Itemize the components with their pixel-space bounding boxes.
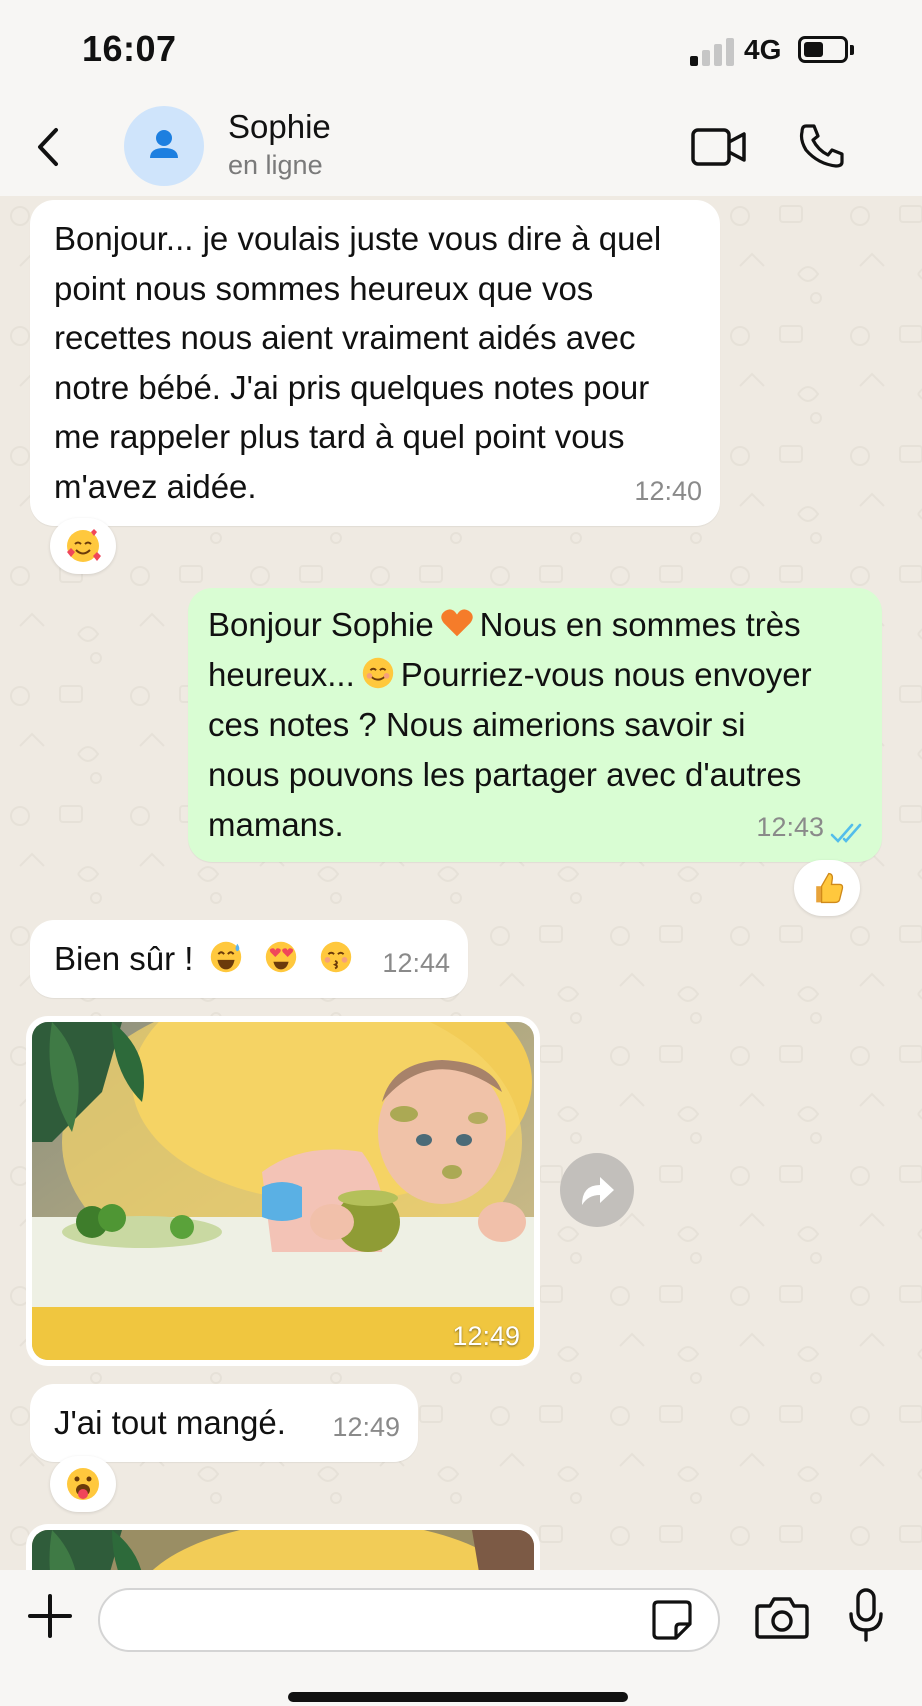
- camera-icon: [755, 1597, 809, 1639]
- smiling-face-with-hearts-emoji: [67, 529, 101, 562]
- message-time: 12:49: [452, 1321, 520, 1351]
- home-indicator[interactable]: [288, 1692, 628, 1702]
- message-text-line: heureux... Pourriez-vous nous envoyer: [208, 650, 862, 700]
- composer-bar: [0, 1570, 922, 1706]
- voice-call-button[interactable]: [796, 120, 848, 172]
- image-frame: 12:49: [32, 1022, 534, 1360]
- baby-eating-photo-partial: [32, 1530, 534, 1570]
- message-time: 12:43: [756, 812, 824, 842]
- message-reaction[interactable]: [794, 860, 860, 916]
- status-time: 16:07: [82, 28, 177, 69]
- battery-tip: [850, 45, 854, 55]
- message-input[interactable]: [98, 1588, 720, 1652]
- message-time: 12:44: [382, 947, 450, 978]
- signal-icon: [690, 36, 734, 66]
- back-button[interactable]: [30, 122, 70, 172]
- video-camera-icon: [691, 128, 746, 166]
- battery-icon: [798, 36, 848, 63]
- chat-area[interactable]: Bonjour... je voulais juste vous dire à …: [0, 196, 922, 1570]
- contact-name[interactable]: Sophie: [228, 108, 331, 146]
- chat-header: Sophie en ligne: [0, 100, 922, 196]
- message-text: J'ai tout mangé.: [54, 1404, 286, 1441]
- message-text-line: m'avez aidée.: [54, 467, 257, 505]
- heart-eyes-emoji: [265, 941, 296, 973]
- avatar[interactable]: [124, 106, 204, 186]
- plus-icon: [28, 1594, 72, 1638]
- image-message[interactable]: [26, 1524, 540, 1570]
- status-bar: 16:07 4G: [0, 0, 922, 100]
- tongue-out-emoji: [67, 1468, 99, 1500]
- message-text-line: recettes nous aient vraiment aidés avec: [54, 319, 636, 356]
- image-message[interactable]: 12:49: [26, 1016, 540, 1366]
- image-frame: [32, 1530, 534, 1570]
- forward-arrow-icon: [582, 1177, 614, 1205]
- baby-eating-photo: [32, 1022, 534, 1360]
- message-text: Nous en sommes très: [479, 606, 801, 643]
- orange-heart-emoji: [440, 609, 473, 637]
- message-text-line: Bonjour... je voulais juste vous dire à …: [54, 220, 662, 257]
- phone-icon: [799, 124, 844, 168]
- message-text: heureux...: [208, 656, 355, 693]
- message-reaction[interactable]: [50, 1456, 116, 1512]
- smiling-face-emoji: [362, 657, 393, 689]
- message-text: Pourriez-vous nous envoyer: [400, 656, 812, 693]
- message-bubble-incoming[interactable]: J'ai tout mangé. 12:49: [30, 1384, 418, 1462]
- video-call-button[interactable]: [690, 122, 748, 172]
- thumbs-up-emoji: [816, 872, 844, 904]
- sticker-button[interactable]: [650, 1598, 694, 1642]
- person-icon: [150, 130, 178, 158]
- message-text-line: point nous sommes heureux que vos: [54, 269, 594, 307]
- message-text: Bonjour Sophie: [208, 606, 434, 643]
- network-label: 4G: [744, 34, 782, 65]
- message-text-line: ces notes ? Nous aimerions savoir si: [208, 706, 746, 743]
- message-bubble-incoming[interactable]: Bien sûr ! 12:44: [30, 920, 468, 998]
- message-text-line: me rappeler plus tard à quel point vous: [54, 418, 625, 455]
- contact-status: en ligne: [228, 150, 323, 180]
- double-check-icon: [830, 823, 862, 843]
- message-text-line: Bonjour Sophie Nous en sommes très: [208, 600, 862, 650]
- message-bubble-incoming[interactable]: Bonjour... je voulais juste vous dire à …: [30, 200, 720, 526]
- microphone-icon: [849, 1588, 883, 1642]
- forward-button[interactable]: [560, 1153, 634, 1227]
- message-time: 12:40: [634, 475, 702, 506]
- microphone-button[interactable]: [846, 1586, 886, 1646]
- message-text-line: notre bébé. J'ai pris quelques notes pou…: [54, 368, 650, 406]
- sticker-icon: [652, 1600, 692, 1640]
- message-time: 12:49: [332, 1411, 400, 1442]
- message-text: Bien sûr !: [54, 940, 194, 977]
- message-reaction[interactable]: [50, 518, 116, 574]
- camera-button[interactable]: [754, 1592, 810, 1644]
- chevron-left-icon: [38, 128, 58, 166]
- message-text-line: nous pouvons les partager avec d'autres: [208, 756, 802, 793]
- grinning-sweat-emoji: [210, 941, 241, 973]
- attach-button[interactable]: [24, 1590, 76, 1642]
- battery-level: [804, 42, 823, 57]
- kissing-emoji: [320, 941, 352, 973]
- message-bubble-outgoing[interactable]: Bonjour Sophie Nous en sommes très heureu…: [188, 588, 882, 862]
